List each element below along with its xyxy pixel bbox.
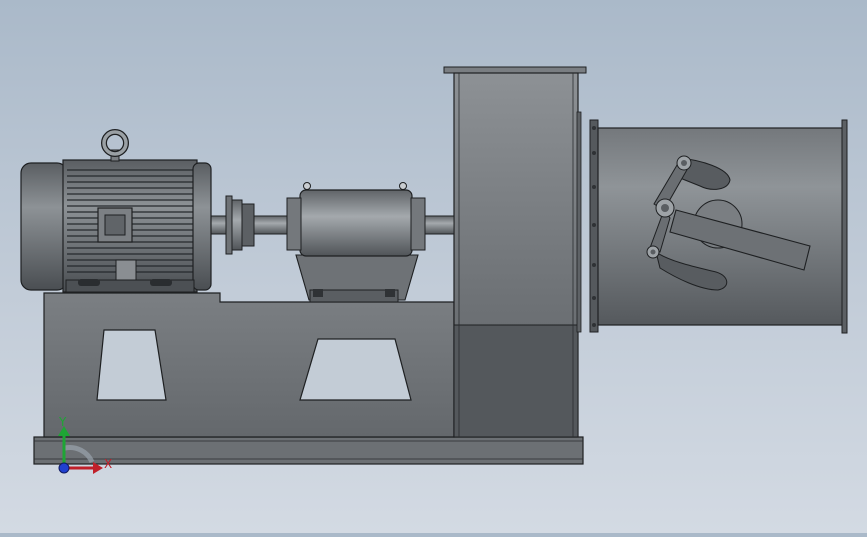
eye-bolt[interactable]	[101, 129, 129, 162]
motor[interactable]	[20, 159, 212, 293]
frame-cutout-right	[299, 338, 412, 401]
x-axis-label: X	[104, 457, 112, 471]
z-axis-point	[58, 462, 70, 474]
y-axis-label: Y	[58, 415, 67, 429]
coupling[interactable]	[225, 195, 255, 255]
fan-housing[interactable]	[443, 66, 587, 438]
cad-viewport[interactable]: Y X	[0, 0, 867, 533]
bearing-housing[interactable]	[286, 182, 426, 303]
frame-cutout-left	[96, 329, 167, 401]
